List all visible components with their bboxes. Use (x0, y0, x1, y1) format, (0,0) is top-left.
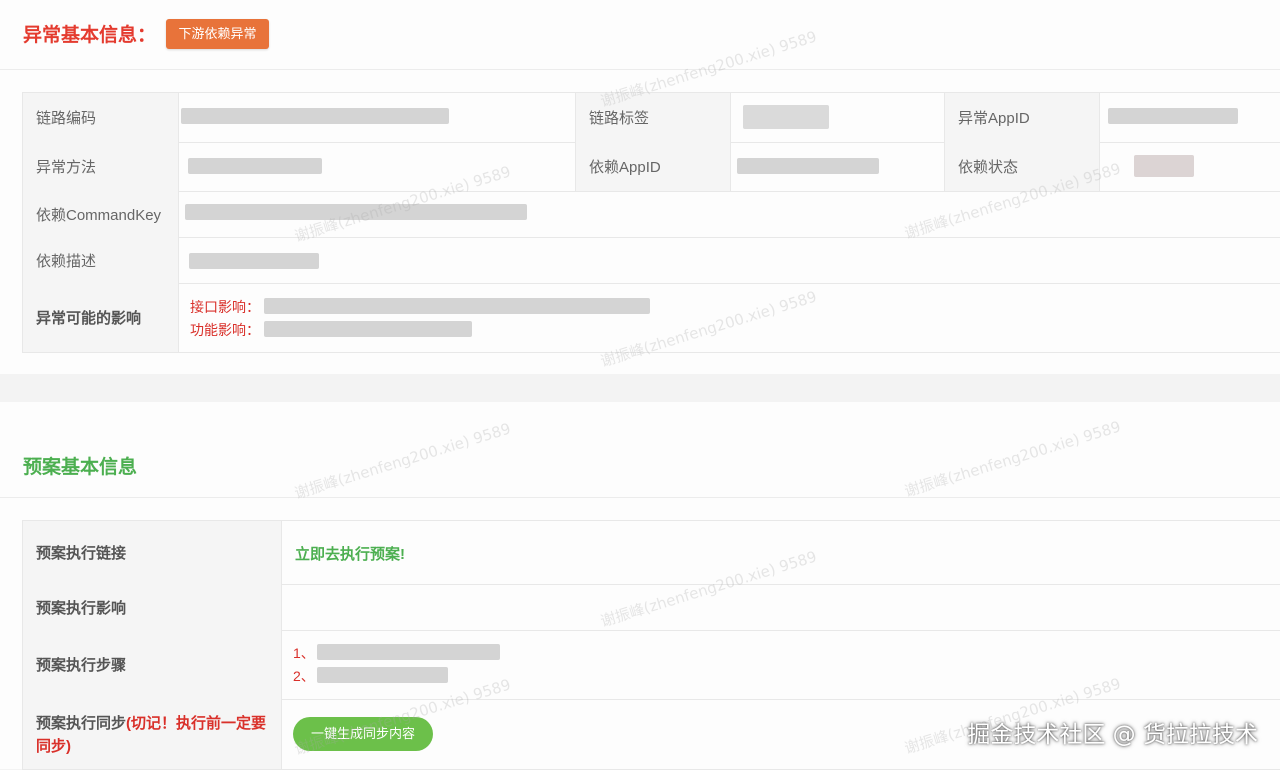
redacted-text (185, 204, 527, 220)
redacted-status-badge (1134, 155, 1194, 177)
possible-impact-label: 异常可能的影响 (22, 283, 179, 352)
redacted-text (317, 644, 500, 660)
plan-card-header: 预案基本信息 (0, 402, 1280, 498)
exec-steps-value: 1、 2、 (282, 630, 1280, 699)
dep-desc-label: 依赖描述 (22, 237, 179, 283)
exec-impact-value (282, 584, 1280, 630)
anomaly-card: 异常基本信息： 下游依赖异常 链路编码 链路标签 异常AppID 异常方法 依赖… (0, 0, 1280, 374)
anomaly-info-table: 链路编码 链路标签 异常AppID 异常方法 依赖AppID 依赖状态 依赖Co… (22, 92, 1280, 353)
dep-status-value (1100, 142, 1280, 191)
exec-sync-label-line1: 预案执行同步(切记！执行前一定要 (36, 712, 266, 735)
step-number: 2、 (293, 668, 315, 684)
exec-sync-warning: (切记！执行前一定要 (126, 715, 267, 732)
table-row: 预案执行步骤 1、 2、 (22, 630, 1280, 700)
anomaly-appid-label: 异常AppID (944, 93, 1100, 142)
dep-command-key-label: 依赖CommandKey (22, 191, 179, 237)
juejin-corner-watermark: 掘金技术社区 @ 货拉拉技术 (967, 722, 1258, 748)
table-row: 预案执行影响 (22, 584, 1280, 631)
exec-link-value: 立即去执行预案! (282, 521, 1280, 584)
chain-tag-label: 链路标签 (575, 93, 731, 142)
plan-title: 预案基本信息 (23, 457, 138, 478)
chain-code-value (179, 93, 575, 142)
possible-impact-value: 接口影响： 功能影响： (179, 283, 1280, 352)
chain-code-label: 链路编码 (22, 93, 179, 142)
downstream-dependency-button[interactable]: 下游依赖异常 (166, 19, 269, 49)
dep-status-label: 依赖状态 (944, 142, 1100, 191)
feature-impact-label: 功能影响： (190, 322, 260, 338)
exec-sync-prefix: 预案执行同步 (36, 715, 127, 732)
exec-impact-label: 预案执行影响 (22, 584, 282, 630)
redacted-tag (743, 105, 829, 129)
execute-plan-link[interactable]: 立即去执行预案! (295, 543, 405, 564)
anomaly-appid-value (1100, 93, 1280, 142)
table-row: 链路编码 链路标签 异常AppID (22, 93, 1280, 143)
table-row: 异常可能的影响 接口影响： 功能影响： (22, 283, 1280, 353)
redacted-text (264, 321, 472, 337)
exec-sync-label: 预案执行同步(切记！执行前一定要 同步) (22, 699, 282, 769)
api-impact-label: 接口影响： (190, 299, 260, 315)
redacted-text (264, 298, 650, 314)
chain-tag-value (731, 93, 944, 142)
redacted-text (317, 667, 448, 683)
anomaly-title: 异常基本信息： (23, 25, 157, 46)
redacted-text (188, 158, 322, 174)
plan-card: 预案基本信息 预案执行链接 立即去执行预案! 预案执行影响 预案执行步骤 1、 … (0, 402, 1280, 770)
step-number: 1、 (293, 645, 315, 661)
table-row: 预案执行链接 立即去执行预案! (22, 521, 1280, 585)
dep-appid-value (731, 142, 944, 191)
redacted-text (737, 158, 879, 174)
redacted-text (181, 108, 449, 124)
anomaly-card-header: 异常基本信息： 下游依赖异常 (0, 0, 1280, 70)
table-row: 异常方法 依赖AppID 依赖状态 (22, 142, 1280, 192)
exec-sync-warning-line2: 同步) (36, 738, 71, 755)
anomaly-method-label: 异常方法 (22, 142, 179, 191)
table-row: 依赖描述 (22, 237, 1280, 284)
exec-link-label: 预案执行链接 (22, 521, 282, 584)
dep-command-key-value (179, 191, 1280, 237)
generate-sync-content-button[interactable]: 一键生成同步内容 (293, 717, 433, 751)
dep-desc-value (179, 237, 1280, 283)
exec-steps-label: 预案执行步骤 (22, 630, 282, 699)
table-row: 依赖CommandKey (22, 191, 1280, 238)
dep-appid-label: 依赖AppID (575, 142, 731, 191)
redacted-text (1108, 108, 1238, 124)
anomaly-method-value (179, 142, 575, 191)
redacted-text (189, 253, 319, 269)
